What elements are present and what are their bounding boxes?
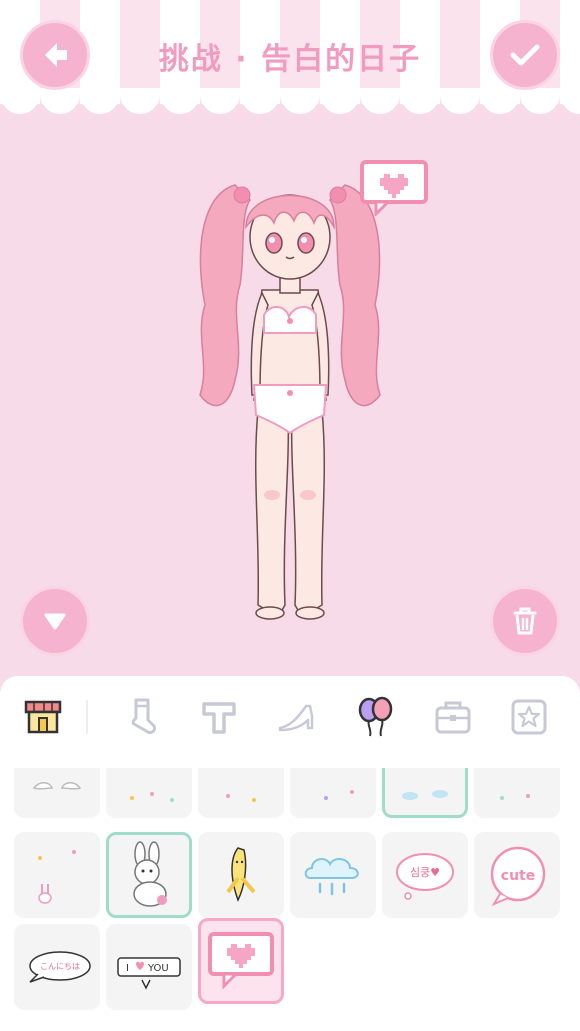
trash-icon	[513, 607, 537, 635]
bag-icon	[435, 701, 471, 734]
confirm-button[interactable]	[490, 20, 560, 90]
shop-icon	[24, 700, 62, 734]
pixel-heart-bubble-item	[208, 932, 274, 990]
banana-item	[226, 847, 256, 902]
i-love-you-left: I	[126, 963, 129, 974]
item-i-love-you[interactable]: I YOU	[106, 924, 192, 1010]
i-love-you-right: YOU	[147, 963, 169, 974]
item-korean-bubble[interactable]: 심쿵♥	[382, 832, 468, 918]
confetti-item	[324, 790, 354, 800]
item-cute-bubble[interactable]: cute	[474, 832, 560, 918]
item-banana[interactable]	[198, 832, 284, 918]
tab-stickers[interactable]	[506, 694, 552, 740]
item-rain-cloud[interactable]	[290, 832, 376, 918]
item-japanese-bubble[interactable]: こんにちは	[14, 924, 100, 1010]
item-clouds[interactable]	[382, 768, 468, 818]
item-panel: 심쿵♥ cute こんにちは I YOU	[0, 676, 580, 1031]
high-heel-icon	[278, 704, 314, 732]
item-wings[interactable]	[14, 768, 100, 818]
category-tabs	[0, 676, 580, 762]
checkmark-icon	[510, 44, 540, 66]
japanese-bubble-text: こんにちは	[40, 962, 80, 971]
item-confetti-2[interactable]	[198, 768, 284, 818]
rain-cloud-item	[304, 858, 359, 896]
tab-shoes[interactable]	[274, 694, 320, 740]
japanese-speech-bubble-item: こんにちは	[29, 951, 91, 983]
tab-tops[interactable]	[196, 694, 242, 740]
character-doll[interactable]	[190, 165, 390, 625]
korean-bubble-text: 심쿵♥	[410, 866, 440, 879]
angel-wings-item	[32, 782, 82, 790]
triangle-down-icon	[44, 613, 66, 630]
item-plush-bunny[interactable]	[106, 832, 192, 918]
i-love-you-sign-item: I YOU	[117, 957, 181, 990]
tab-items[interactable]	[352, 694, 398, 740]
item-confetti-3[interactable]	[290, 768, 376, 818]
item-grid[interactable]: 심쿵♥ cute こんにちは I YOU	[0, 768, 580, 1031]
clouds-item	[402, 790, 448, 800]
item-sparkle-bunny[interactable]	[14, 832, 100, 918]
item-pixel-heart-bubble[interactable]	[198, 918, 284, 1004]
t-shirt-icon	[202, 702, 236, 734]
star-icon	[511, 699, 547, 735]
plush-bunny-item	[133, 841, 167, 907]
confetti-item	[130, 792, 174, 802]
sparkle-bunny-item	[38, 850, 76, 904]
cute-bubble-text: cute	[501, 868, 535, 884]
tab-shop[interactable]	[20, 694, 66, 740]
collapse-panel-button[interactable]	[20, 586, 90, 656]
back-button[interactable]	[20, 20, 90, 90]
confetti-item	[500, 794, 530, 800]
awning-scallops	[0, 88, 580, 114]
item-confetti-1[interactable]	[106, 768, 192, 818]
tab-bags[interactable]	[430, 694, 476, 740]
korean-thought-bubble-item: 심쿵♥	[396, 853, 454, 900]
arrow-left-icon	[45, 43, 67, 67]
cute-bubble-item: cute	[490, 846, 546, 907]
delete-button[interactable]	[490, 586, 560, 656]
tab-socks[interactable]	[118, 694, 164, 740]
balloons-icon	[358, 696, 393, 737]
tab-divider	[86, 700, 88, 734]
pixel-heart-speech-bubble[interactable]	[360, 160, 428, 216]
item-confetti-4[interactable]	[474, 768, 560, 818]
confetti-item	[226, 794, 256, 802]
sock-icon	[131, 698, 156, 734]
